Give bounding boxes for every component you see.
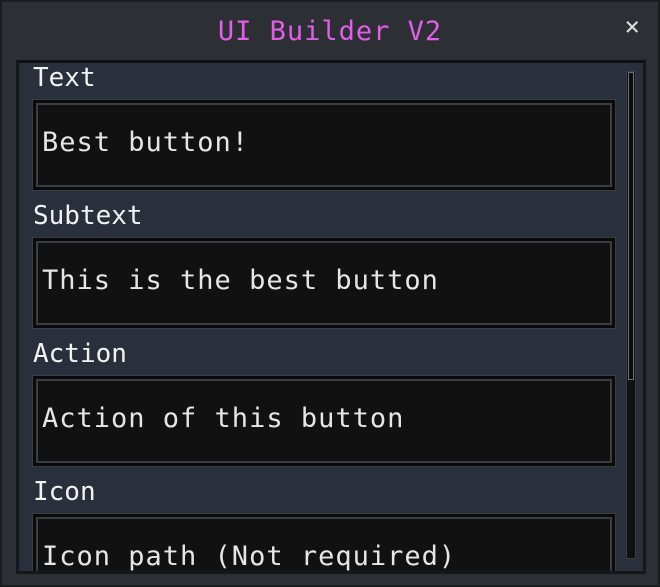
ui-builder-window: UI Builder V2 × Text Best button! Subtex… [0, 0, 660, 587]
icon-field-placeholder: Icon path (Not required) [42, 541, 457, 572]
close-icon[interactable]: × [624, 14, 640, 40]
form-panel: Text Best button! Subtext This is the be… [16, 60, 646, 574]
scrollbar-thumb[interactable] [628, 72, 634, 380]
vertical-scrollbar[interactable] [626, 71, 636, 559]
subtext-field-label: Subtext [33, 201, 143, 231]
subtext-field-value: This is the best button [42, 265, 439, 296]
action-field-value: Action of this button [42, 403, 405, 434]
action-field[interactable]: Action of this button [33, 376, 615, 466]
action-field-label: Action [33, 339, 127, 369]
text-field-value: Best button! [42, 127, 250, 158]
subtext-field[interactable]: This is the best button [33, 238, 615, 328]
text-field-label: Text [33, 63, 96, 93]
text-field[interactable]: Best button! [33, 100, 615, 190]
title-bar: UI Builder V2 × [2, 2, 658, 62]
icon-field-label: Icon [33, 477, 96, 507]
icon-field[interactable]: Icon path (Not required) [33, 514, 615, 572]
window-title: UI Builder V2 [217, 16, 443, 47]
